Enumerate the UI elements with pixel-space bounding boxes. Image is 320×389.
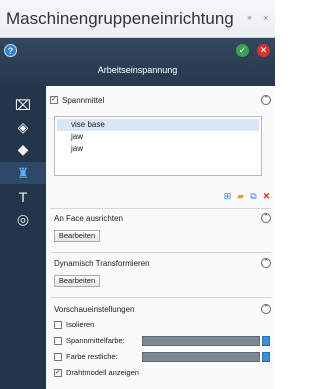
pin-icon[interactable]: ⌖ (247, 13, 252, 24)
other-color-label: Farbe restliche: (66, 352, 118, 361)
fixture-color-option[interactable]: Spannmittelfarbe: (54, 336, 144, 346)
folder-icon[interactable]: ▰ (235, 191, 246, 202)
preview-section-header: Vorschaueinstellungen ⌃ (50, 303, 271, 317)
layers-icon[interactable]: ◎ (0, 208, 46, 230)
content-panel: ✓ Spannmittel ⌃ vise base jaw jaw ⊞ ▰ ⧉ … (46, 86, 275, 389)
add-fixture-icon[interactable]: ⊞ (222, 191, 233, 202)
fixture-color-checkbox[interactable] (54, 337, 62, 345)
wireframe-label: Drahtmodell anzeigen (66, 368, 139, 377)
collapse-preview-icon[interactable]: ⌃ (261, 304, 271, 314)
machine-icon[interactable]: ⌧ (0, 94, 46, 116)
cube-icon[interactable]: ◆ (0, 138, 46, 160)
wireframe-checkbox[interactable]: ✓ (54, 369, 62, 377)
divider (50, 297, 271, 298)
other-color-swatch[interactable] (142, 352, 260, 362)
wireframe-option[interactable]: ✓ Drahtmodell anzeigen (54, 368, 204, 378)
spannmittel-label: Spannmittel (62, 96, 105, 105)
face-section-header: An Face ausrichten ⌃ (50, 212, 271, 226)
fixture-list[interactable]: vise base jaw jaw (54, 116, 262, 176)
list-item[interactable]: vise base (57, 119, 259, 131)
dynamic-label: Dynamisch Transformieren (54, 259, 150, 268)
divider (50, 252, 271, 253)
edit-icon[interactable]: ⧉ (248, 191, 259, 202)
fixture-color-picker-button[interactable] (262, 336, 270, 346)
ok-button[interactable]: ✓ (236, 44, 249, 57)
fixture-color-label: Spannmittelfarbe: (66, 336, 125, 345)
fixture-color-swatch[interactable] (142, 336, 260, 346)
isolate-label: Isolieren (66, 320, 95, 329)
list-item[interactable]: jaw (57, 131, 259, 143)
divider (50, 208, 271, 209)
sidebar: ⌧ ◈ ◆ ♜ T ◎ (0, 86, 46, 389)
stock-icon[interactable]: ◈ (0, 116, 46, 138)
title-bar: Maschinengruppeneinrichtung ⌖ × (0, 0, 275, 38)
dialog-header: ? ✓ ✕ Arbeitseinspannung (0, 38, 275, 86)
spannmittel-checkbox[interactable]: ✓ (50, 96, 58, 104)
isolate-checkbox[interactable] (54, 321, 62, 329)
dynamic-section-header: Dynamisch Transformieren ⌃ (50, 257, 271, 271)
window-title: Maschinengruppeneinrichtung (6, 9, 234, 28)
face-label: An Face ausrichten (54, 214, 123, 223)
dialog-window: Maschinengruppeneinrichtung ⌖ × ? ✓ ✕ Ar… (0, 0, 275, 389)
close-icon[interactable]: × (263, 13, 268, 23)
delete-icon[interactable]: ✕ (261, 191, 272, 202)
fixture-icon[interactable]: ♜ (0, 162, 46, 184)
preview-label: Vorschaueinstellungen (54, 305, 135, 314)
tool-icon[interactable]: T (0, 186, 46, 208)
spannmittel-section-header: ✓ Spannmittel ⌃ (50, 94, 271, 108)
help-icon[interactable]: ? (4, 44, 17, 57)
cancel-button[interactable]: ✕ (257, 44, 270, 57)
page-subtitle: Arbeitseinspannung (97, 65, 178, 75)
collapse-dynamic-icon[interactable]: ⌃ (261, 258, 271, 268)
list-item[interactable]: jaw (57, 143, 259, 155)
face-edit-button[interactable]: Bearbeiten (54, 230, 100, 242)
collapse-face-icon[interactable]: ⌃ (261, 213, 271, 223)
other-color-picker-button[interactable] (262, 352, 270, 362)
isolate-option[interactable]: Isolieren (54, 320, 134, 330)
dynamic-edit-button[interactable]: Bearbeiten (54, 275, 100, 287)
other-color-checkbox[interactable] (54, 353, 62, 361)
collapse-spannmittel-icon[interactable]: ⌃ (261, 95, 271, 105)
other-color-option[interactable]: Farbe restliche: (54, 352, 144, 362)
